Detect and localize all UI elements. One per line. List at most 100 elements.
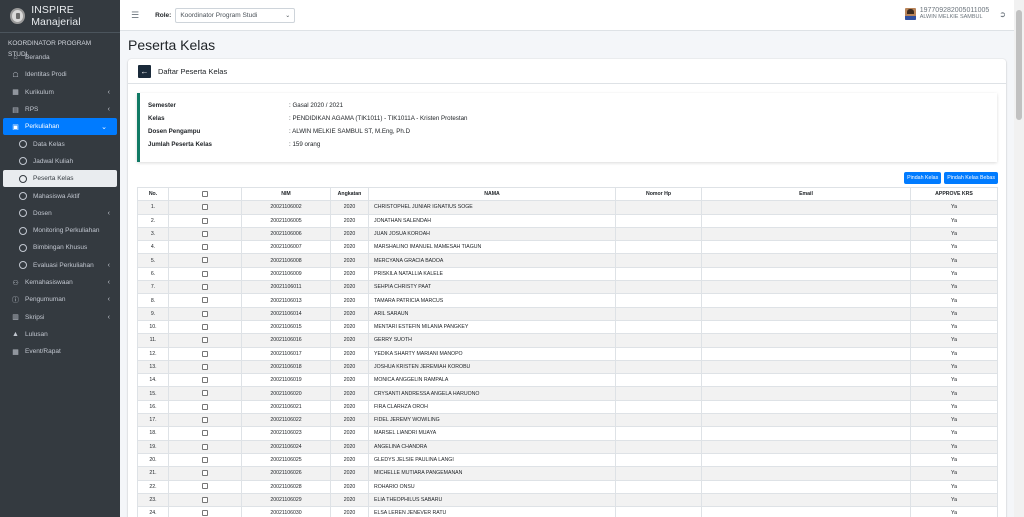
row-checkbox[interactable] — [202, 244, 208, 251]
logout-icon[interactable]: ➲ — [999, 10, 1006, 19]
cell-approve-krs: Ya — [910, 200, 998, 215]
role-select-value: Koordinator Program Studi — [180, 11, 258, 19]
cell-angkatan: 2020 — [330, 359, 369, 375]
cell-nim: 20021106017 — [241, 346, 331, 361]
scrollbar-thumb[interactable] — [1016, 10, 1022, 120]
row-checkbox[interactable] — [202, 403, 208, 410]
sidebar-nav: ⌂ Beranda ☖ Identitas Prodi ▦ Kurikulum ‹ ▤ RPS ‹… — [0, 49, 120, 360]
cell-nomor-hp — [615, 452, 702, 468]
user-info: 197709282005011005 ALWIN MELKIE SAMBUL — [920, 7, 990, 21]
back-button[interactable]: ← — [138, 64, 151, 78]
row-checkbox[interactable] — [202, 204, 208, 211]
top-navbar: ☰ Role: Koordinator Program Studi ⌄ 1977… — [120, 0, 1014, 31]
row-checkbox[interactable] — [202, 363, 208, 370]
row-checkbox[interactable] — [202, 297, 208, 304]
table-icon: ▦ — [12, 89, 19, 97]
col-header-nim[interactable]: NIM — [241, 186, 331, 202]
col-header-angkatan[interactable]: Angkatan — [330, 186, 369, 202]
sidebar-subitem-data-kelas[interactable]: Data Kelas — [0, 135, 120, 152]
row-checkbox[interactable] — [202, 337, 208, 344]
cell-approve-krs: Ya — [910, 399, 998, 415]
sidebar-item-rps[interactable]: ▤ RPS ‹ — [0, 101, 120, 118]
sidebar-item-kurikulum[interactable]: ▦ Kurikulum ‹ — [0, 84, 120, 101]
cell-select — [168, 452, 242, 468]
table-row: 23. 20021106029 2020 ELIA THEOPHILUS SABARU… — [137, 492, 998, 508]
col-header-nama[interactable]: NAMA — [368, 186, 616, 202]
cell-nama: ROHARIO ONSU — [368, 479, 616, 494]
row-checkbox[interactable] — [202, 456, 208, 463]
row-checkbox[interactable] — [202, 430, 208, 437]
sidebar-subitem-mahasiswa-aktif[interactable]: Mahasiswa Aktif — [0, 187, 120, 204]
cell-email — [701, 213, 911, 228]
cell-nim: 20021106025 — [241, 452, 331, 468]
row-checkbox[interactable] — [202, 230, 208, 237]
cell-select — [168, 426, 242, 441]
brand[interactable]: INSPIRE Manajerial — [0, 0, 120, 33]
col-header-no[interactable]: No. — [137, 186, 169, 202]
sidebar-item-skripsi[interactable]: ▥ Skripsi ‹ — [0, 308, 120, 325]
row-checkbox[interactable] — [202, 350, 208, 357]
sidebar-item-event-rapat[interactable]: ▦ Event/Rapat — [0, 343, 120, 360]
chevron-left-icon: ‹ — [107, 261, 110, 269]
info-value: : ALWIN MELKIE SAMBUL ST, M.Eng, Ph.D — [289, 128, 411, 135]
hamburger-menu-icon[interactable]: ☰ — [131, 10, 139, 21]
page-title: Peserta Kelas — [128, 37, 216, 53]
sidebar-item-beranda[interactable]: ⌂ Beranda — [0, 49, 120, 66]
sidebar-subitem-peserta-kelas[interactable]: Peserta Kelas — [3, 170, 117, 188]
chevron-left-icon: ‹ — [107, 296, 110, 304]
sidebar-subitem-evaluasi-perkuliahan[interactable]: Evaluasi Perkuliahan ‹ — [0, 257, 120, 274]
chevron-left-icon: ‹ — [107, 279, 110, 286]
row-checkbox[interactable] — [202, 510, 208, 517]
user-menu[interactable]: 197709282005011005 ALWIN MELKIE SAMBUL ➲ — [904, 7, 1006, 21]
row-checkbox[interactable] — [202, 443, 208, 450]
select-all-checkbox[interactable] — [202, 190, 208, 197]
cell-angkatan: 2020 — [330, 479, 369, 494]
sidebar-item-perkuliahan[interactable]: ▣ Perkuliahan ⌄ — [3, 118, 117, 136]
circle-icon — [19, 243, 27, 252]
cell-select — [168, 280, 242, 295]
briefcase-icon: ▣ — [12, 123, 19, 131]
col-header-nomor-hp[interactable]: Nomor Hp — [615, 186, 702, 202]
row-checkbox[interactable] — [202, 496, 208, 503]
cell-no: 16. — [137, 399, 169, 415]
cell-angkatan: 2020 — [330, 293, 369, 308]
row-checkbox[interactable] — [202, 417, 208, 423]
row-checkbox[interactable] — [202, 270, 208, 277]
pindah-kelas-button[interactable]: Pindah Kelas — [904, 172, 942, 184]
row-checkbox[interactable] — [202, 377, 208, 384]
role-select[interactable]: Koordinator Program Studi ⌄ — [175, 7, 296, 23]
row-checkbox[interactable] — [202, 310, 208, 317]
sidebar-subitem-bimbingan-khusus[interactable]: Bimbingan Khusus — [0, 239, 120, 256]
cell-select — [168, 492, 242, 508]
users-icon: ⚇ — [12, 279, 19, 287]
sidebar-subitem-dosen[interactable]: Dosen ‹ — [0, 205, 120, 222]
table-row: 24. 20021106030 2020 ELSA LEREN JENEVER RAT… — [137, 506, 998, 517]
row-checkbox[interactable] — [202, 257, 208, 264]
cell-approve-krs: Ya — [910, 346, 998, 361]
cell-angkatan: 2020 — [330, 346, 369, 361]
pindah-kelas-bebas-button[interactable]: Pindah Kelas Bebas — [944, 172, 998, 184]
sidebar-subitem-monitoring-perkuliahan[interactable]: Monitoring Perkuliahan — [0, 222, 120, 239]
cell-angkatan: 2020 — [330, 200, 369, 215]
cell-angkatan: 2020 — [330, 492, 369, 508]
col-header-email[interactable]: Email — [701, 186, 911, 202]
col-header-select-all[interactable] — [168, 186, 242, 202]
row-checkbox[interactable] — [202, 390, 208, 397]
cell-email — [701, 266, 911, 282]
cell-nomor-hp — [615, 399, 702, 415]
row-checkbox[interactable] — [202, 217, 208, 224]
row-checkbox[interactable] — [202, 483, 208, 490]
page-scrollbar[interactable] — [1014, 0, 1024, 517]
cell-email — [701, 466, 911, 481]
sidebar-item-lulusan[interactable]: ▲ Lulusan — [0, 326, 120, 343]
sidebar-item-identitas-prodi[interactable]: ☖ Identitas Prodi — [0, 66, 120, 83]
sidebar-subitem-jadwal-kuliah[interactable]: Jadwal Kuliah — [0, 153, 120, 170]
row-checkbox[interactable] — [202, 323, 208, 330]
cell-nama: MENTARI ESTEFIN MILANIA PANGKEY — [368, 319, 616, 335]
cell-angkatan: 2020 — [330, 426, 369, 441]
row-checkbox[interactable] — [202, 284, 208, 291]
sidebar-item-kemahasiswaan[interactable]: ⚇ Kemahasiswaan ‹ — [0, 274, 120, 291]
sidebar-item-pengumuman[interactable]: ⓘ Pengumuman ‹ — [0, 291, 120, 308]
row-checkbox[interactable] — [202, 470, 208, 477]
col-header-approve-krs[interactable]: APPROVE KRS — [910, 186, 998, 202]
